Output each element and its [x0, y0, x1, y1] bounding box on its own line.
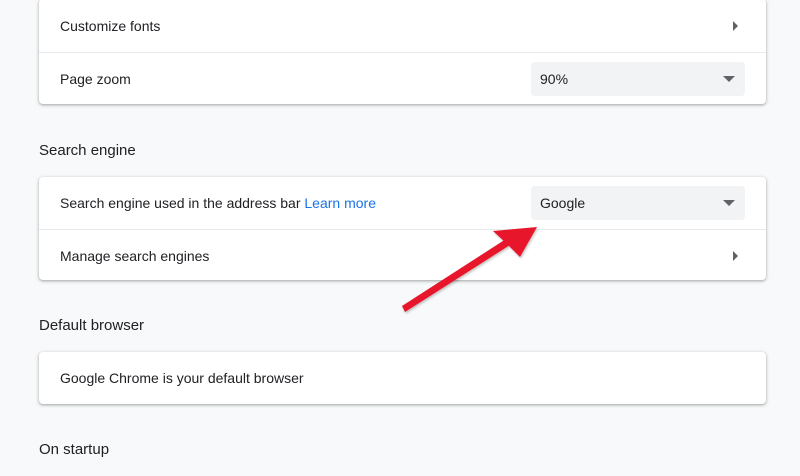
manage-search-engines-row[interactable]: Manage search engines: [39, 229, 766, 280]
search-engine-value: Google: [540, 195, 586, 211]
default-browser-card: Google Chrome is your default browser: [39, 352, 766, 404]
page-zoom-value: 90%: [540, 71, 569, 87]
search-engine-section-title: Search engine: [39, 142, 136, 159]
search-engine-row: Search engine used in the address bar Le…: [39, 177, 766, 229]
default-browser-status: Google Chrome is your default browser: [60, 370, 304, 386]
caret-down-icon: [723, 76, 735, 82]
caret-down-icon: [723, 200, 735, 206]
chevron-right-icon[interactable]: [733, 21, 738, 31]
search-engine-label-group: Search engine used in the address bar Le…: [60, 195, 376, 211]
manage-search-engines-label: Manage search engines: [60, 248, 210, 264]
learn-more-link[interactable]: Learn more: [304, 195, 376, 211]
search-engine-card: Search engine used in the address bar Le…: [39, 177, 766, 280]
search-engine-dropdown[interactable]: Google: [531, 186, 745, 220]
on-startup-section-title: On startup: [39, 441, 110, 458]
page-zoom-row: Page zoom 90%: [39, 52, 766, 104]
search-engine-used-label: Search engine used in the address bar: [60, 195, 301, 211]
appearance-card: Customize fonts Page zoom 90%: [39, 0, 766, 104]
page-zoom-dropdown[interactable]: 90%: [531, 62, 745, 96]
chevron-right-icon[interactable]: [733, 251, 738, 261]
customize-fonts-label: Customize fonts: [60, 18, 161, 34]
customize-fonts-row[interactable]: Customize fonts: [39, 0, 766, 52]
default-browser-section-title: Default browser: [39, 317, 145, 334]
default-browser-row: Google Chrome is your default browser: [39, 352, 766, 404]
page-zoom-label: Page zoom: [60, 71, 131, 87]
